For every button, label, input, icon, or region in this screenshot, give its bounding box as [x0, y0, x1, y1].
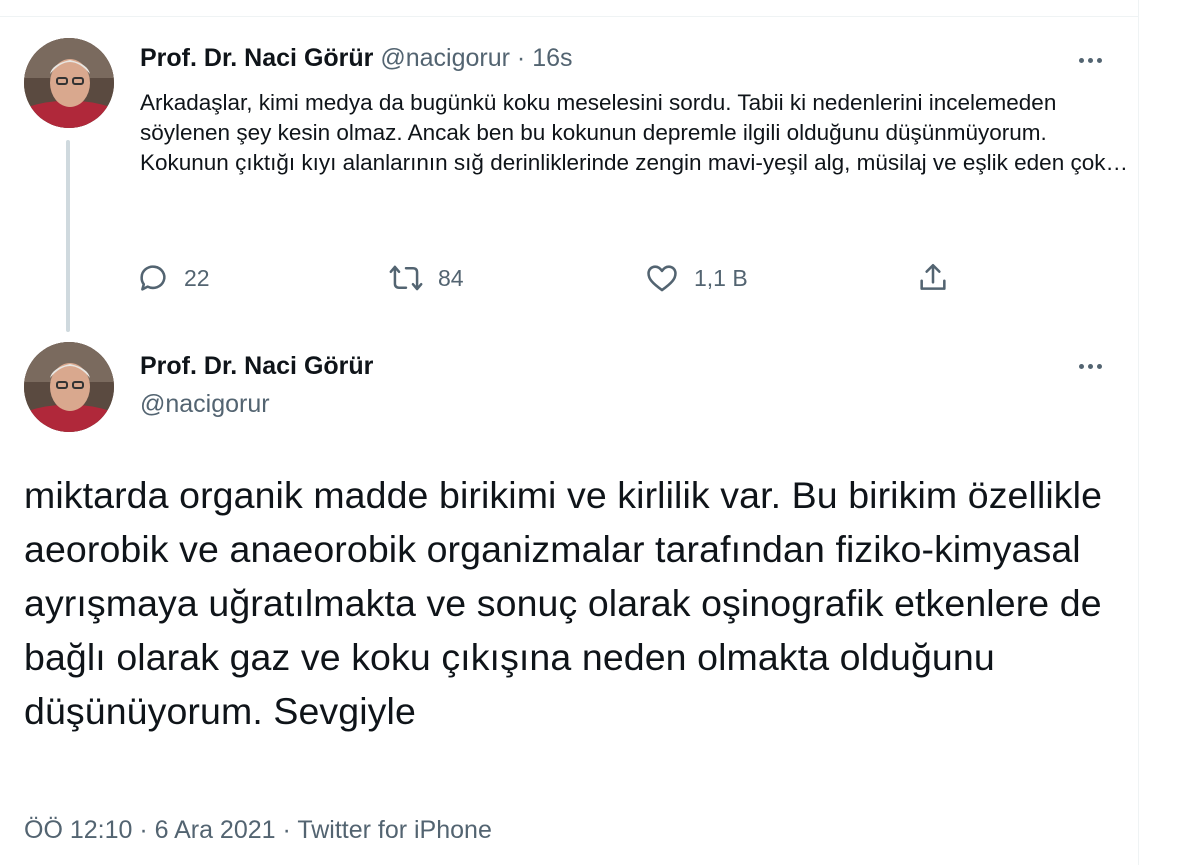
parent-separator: · — [516, 44, 526, 72]
retweet-icon — [389, 265, 423, 291]
share-button[interactable] — [916, 256, 950, 300]
more-horizontal-icon — [1078, 57, 1084, 63]
share-icon — [920, 263, 946, 290]
parent-author-handle[interactable]: @nacigorur — [380, 44, 510, 72]
reply-count: 22 — [184, 264, 210, 291]
avatar-image — [24, 38, 114, 128]
like-button[interactable]: 1,1 B — [644, 256, 748, 300]
main-author-name[interactable]: Prof. Dr. Naci Görür — [140, 352, 373, 381]
avatar[interactable] — [24, 342, 114, 432]
right-pane — [1139, 0, 1200, 865]
parent-author[interactable]: Prof. Dr. Naci Görür @nacigorur · 16s — [140, 44, 573, 73]
avatar[interactable] — [24, 38, 114, 128]
top-divider — [0, 16, 1138, 17]
avatar-image — [24, 342, 114, 432]
parent-more-button[interactable] — [1070, 48, 1110, 72]
main-author-handle[interactable]: @nacigorur — [140, 390, 270, 419]
parent-tweet-text: Arkadaşlar, kimi medya da bugünkü koku m… — [140, 90, 1128, 175]
reply-button[interactable]: 22 — [136, 256, 210, 300]
retweet-count: 84 — [438, 264, 464, 291]
parent-action-bar: 22 84 1,1 B — [136, 256, 966, 300]
tweet-timestamp-source[interactable]: ÖÖ 12:10 · 6 Ara 2021 · Twitter for iPho… — [24, 816, 492, 845]
parent-author-name[interactable]: Prof. Dr. Naci Görür — [140, 44, 373, 72]
parent-time-ago[interactable]: 16s — [532, 44, 572, 72]
like-count: 1,1 B — [694, 264, 748, 291]
main-more-button[interactable] — [1070, 354, 1110, 378]
main-tweet-text: miktarda organik madde birikimi ve kirli… — [24, 474, 1103, 732]
retweet-button[interactable]: 84 — [388, 256, 464, 300]
thread-connector-line — [66, 140, 70, 332]
reply-icon — [140, 265, 166, 291]
heart-icon — [647, 265, 677, 292]
more-horizontal-icon — [1078, 363, 1084, 369]
tweet-thread-page: Prof. Dr. Naci Görür @nacigorur · 16s Ar… — [0, 0, 1200, 865]
